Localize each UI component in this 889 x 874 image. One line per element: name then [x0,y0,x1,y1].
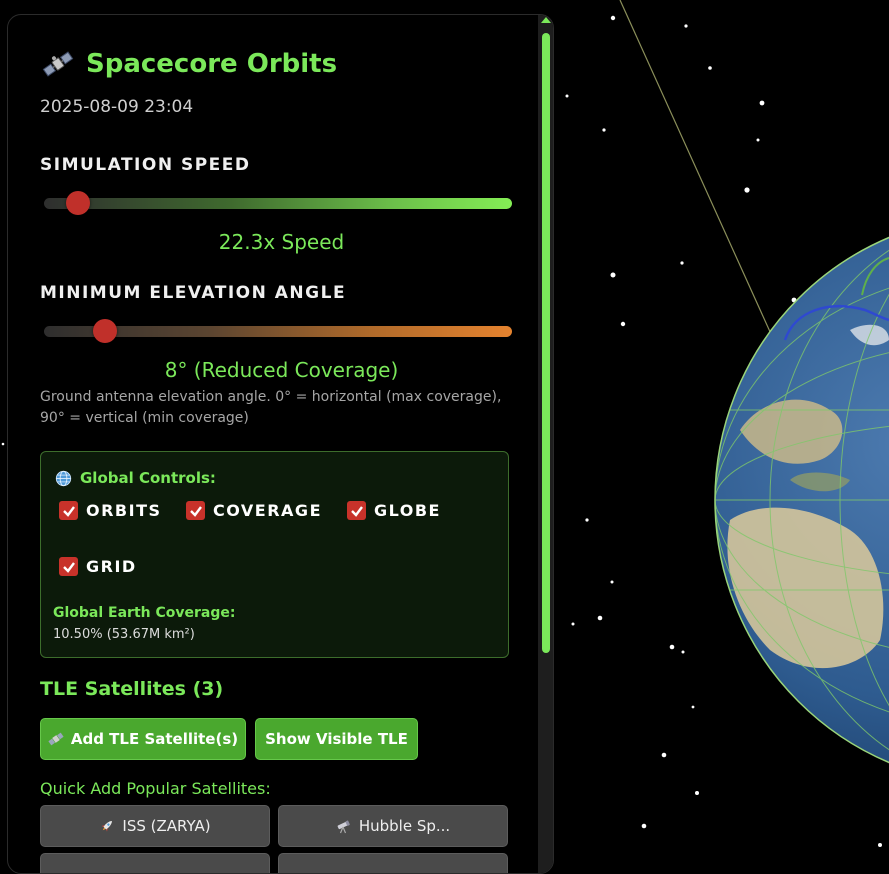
globe-icon [55,470,72,486]
simulation-speed-value: 22.3x Speed [218,230,345,254]
global-coverage-label: Global Earth Coverage: [53,605,236,621]
quick-add-button-partial[interactable] [40,853,270,873]
tle-satellites-heading: TLE Satellites (3) [40,678,224,700]
telescope-icon [337,820,350,834]
grid-checkbox[interactable]: GRID [59,557,137,576]
checkbox-checked-icon[interactable] [347,501,366,520]
scrollbar[interactable] [538,15,553,873]
elevation-angle-slider[interactable] [44,319,512,343]
app-header: Spacecore Orbits [42,49,337,79]
checkbox-checked-icon[interactable] [59,501,78,520]
elevation-angle-value: 8° (Reduced Coverage) [164,358,399,382]
simulation-datetime: 2025-08-09 23:04 [40,97,194,117]
quick-add-label: Quick Add Popular Satellites: [40,779,271,798]
show-visible-tle-button[interactable]: Show Visible TLE [255,718,418,760]
satellite-icon [42,51,74,77]
show-visible-tle-label: Show Visible TLE [265,730,408,748]
grid-checkbox-label: GRID [86,557,137,576]
rocket-icon [101,821,113,832]
app-title: Spacecore Orbits [86,49,338,79]
simulation-speed-slider[interactable] [44,191,512,215]
elevation-angle-description: Ground antenna elevation angle. 0° = hor… [40,389,502,426]
simulation-speed-slider-thumb[interactable] [66,191,91,215]
add-tle-satellite-label: Add TLE Satellite(s) [70,730,239,748]
quick-add-hubble-button[interactable]: Hubble Sp... [278,805,508,847]
quick-add-iss-label: ISS (ZARYA) [122,817,211,835]
globe-checkbox[interactable]: GLOBE [347,501,441,520]
global-controls-panel: Global Controls: ORBITS COVERAGE GLOBE G… [40,451,509,658]
global-controls-title: Global Controls: [80,469,216,487]
elevation-angle-label: MINIMUM ELEVATION ANGLE [40,283,347,303]
quick-add-button-partial[interactable] [278,853,508,873]
global-controls-header: Global Controls: [55,469,216,487]
scrollbar-thumb[interactable] [542,33,550,653]
control-panel: Spacecore Orbits 2025-08-09 23:04 SIMULA… [7,14,554,874]
global-coverage-value: 10.50% (53.67M km²) [53,627,195,642]
coverage-checkbox[interactable]: COVERAGE [186,501,322,520]
elevation-angle-slider-thumb[interactable] [92,319,117,343]
checkbox-checked-icon[interactable] [59,557,78,576]
satellite-icon [48,732,64,746]
globe-checkbox-label: GLOBE [374,501,441,520]
orbits-checkbox-label: ORBITS [86,501,162,520]
orbits-checkbox[interactable]: ORBITS [59,501,162,520]
coverage-checkbox-label: COVERAGE [213,501,322,520]
quick-add-hubble-label: Hubble Sp... [358,817,451,835]
scroll-up-arrow-icon[interactable] [541,17,551,23]
orbit-line-diagonal [619,0,777,346]
add-tle-satellite-button[interactable]: Add TLE Satellite(s) [40,718,246,760]
quick-add-iss-button[interactable]: ISS (ZARYA) [40,805,270,847]
simulation-speed-label: SIMULATION SPEED [40,155,251,175]
checkbox-checked-icon[interactable] [186,501,205,520]
